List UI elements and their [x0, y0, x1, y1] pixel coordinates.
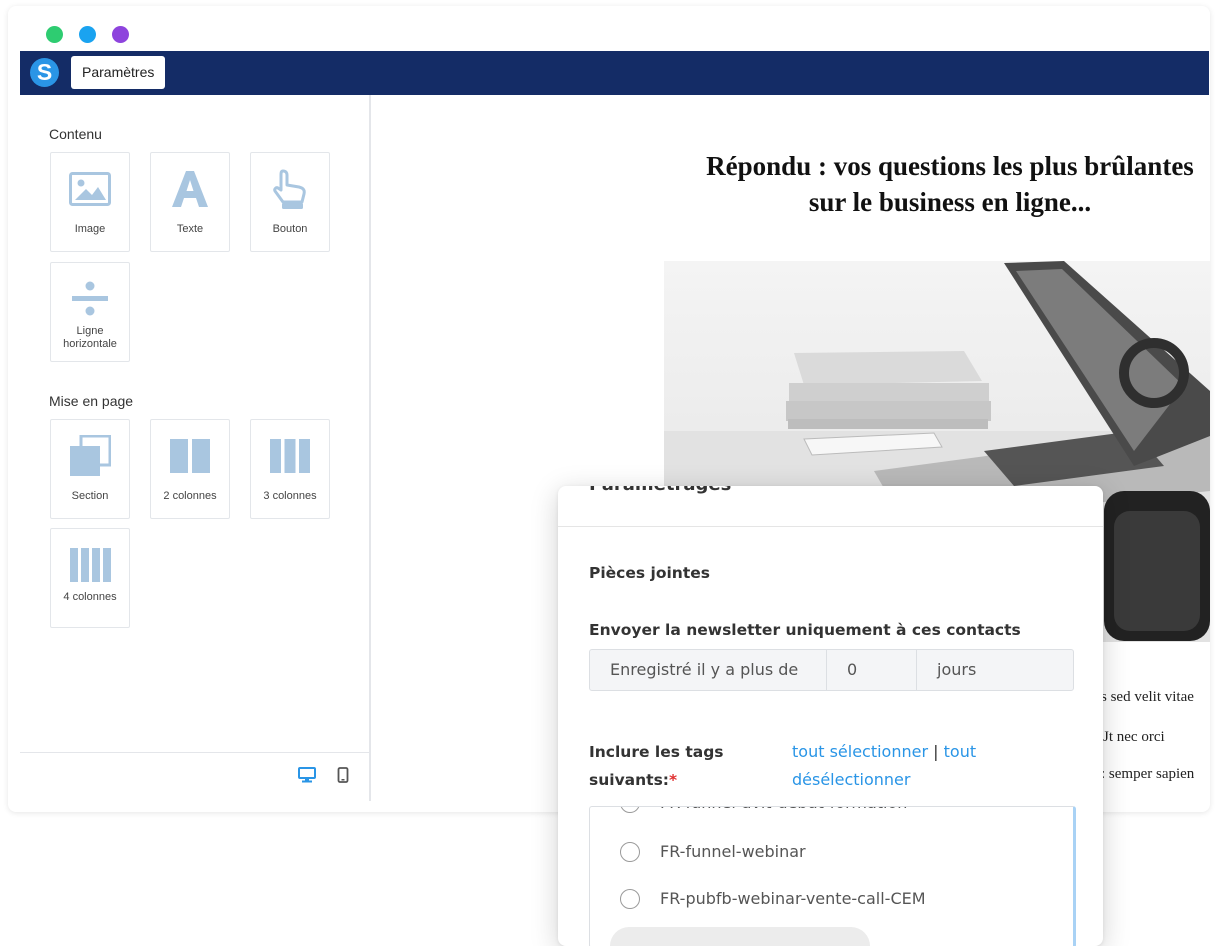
three-columns-icon [251, 434, 329, 478]
content-section-title: Contenu [49, 126, 102, 142]
tag-option-label: FR-funnel-avit-debut-formation [660, 807, 925, 822]
block-three-columns-label: 3 colonnes [263, 490, 317, 502]
block-button[interactable]: Bouton [250, 152, 330, 252]
block-two-columns-label: 2 colonnes [163, 490, 217, 502]
attachments-label[interactable]: Pièces jointes [589, 564, 710, 582]
days-input[interactable]: 0 [827, 650, 916, 690]
radio-unchecked-icon [620, 807, 640, 813]
block-four-columns-label: 4 colonnes [63, 591, 117, 603]
image-icon [51, 167, 129, 211]
registered-prefix: Enregistré il y a plus de [610, 660, 799, 679]
tags-label-line-2: suivants:* [589, 766, 724, 794]
body-text-line-1: s sed velit vitae [1101, 689, 1194, 705]
two-columns-icon [151, 434, 229, 478]
desktop-icon[interactable] [298, 767, 316, 787]
sidebar-footer-divider [20, 752, 369, 753]
block-two-columns[interactable]: 2 colonnes [150, 419, 230, 519]
select-all-link[interactable]: tout sélectionner [792, 742, 928, 761]
block-image[interactable]: Image [50, 152, 130, 252]
radio-unchecked-icon [620, 842, 640, 862]
text-icon [151, 167, 229, 211]
pointer-hand-icon [251, 167, 329, 211]
window-dot-green[interactable] [46, 26, 63, 43]
block-section[interactable]: Section [50, 419, 130, 519]
block-three-columns[interactable]: 3 colonnes [250, 419, 330, 519]
days-unit: jours [937, 660, 977, 679]
window-dot-purple[interactable] [112, 26, 129, 43]
tags-label-text: suivants: [589, 771, 670, 789]
tag-selection-links: tout sélectionner | tout désélectionner [792, 738, 976, 794]
tags-label-line-1: Inclure les tags [589, 743, 724, 761]
blocks-sidebar: Contenu Image Texte Bouton Ligne horizon… [20, 95, 371, 801]
newsletter-headline[interactable]: Répondu : vos questions les plus brûlant… [640, 148, 1215, 220]
tag-option-label: FR-pubfb-webinar-vente-call-CEM [660, 889, 926, 908]
deselect-all-link-part2[interactable]: désélectionner [792, 766, 976, 794]
block-four-columns[interactable]: 4 colonnes [50, 528, 130, 628]
body-text-line-3: : semper sapien [1101, 766, 1195, 782]
send-only-label: Envoyer la newsletter uniquement à ces c… [589, 621, 1021, 639]
section-icon [51, 434, 129, 478]
window-dot-blue[interactable] [79, 26, 96, 43]
links-separator: | [933, 742, 939, 761]
block-button-label: Bouton [272, 223, 308, 235]
tags-label: Inclure les tags suivants:* [589, 738, 724, 794]
headline-line-1: Répondu : vos questions les plus brûlant… [706, 151, 1194, 181]
app-logo[interactable]: S [30, 58, 59, 87]
block-text-label: Texte [176, 223, 204, 235]
four-columns-icon [51, 543, 129, 587]
modal-title: Paramétrages [589, 486, 731, 495]
block-horizontal-line[interactable]: Ligne horizontale [50, 262, 130, 362]
tags-list[interactable]: FR-funnel-avit-debut-formation FR-funnel… [589, 806, 1076, 946]
block-section-label: Section [71, 490, 109, 502]
modal-title-divider [558, 526, 1103, 527]
settings-modal: Paramétrages Pièces jointes Envoyer la n… [558, 486, 1103, 946]
block-horizontal-line-label: Ligne horizontale [63, 325, 117, 350]
top-nav-bar: S Paramètres [20, 51, 1209, 95]
radio-unchecked-icon [620, 889, 640, 909]
layout-section-title: Mise en page [49, 393, 134, 409]
mobile-icon[interactable] [337, 767, 349, 787]
settings-tab-button[interactable]: Paramètres [71, 56, 166, 89]
deselect-all-link-part1[interactable]: tout [944, 742, 976, 761]
required-mark: * [669, 771, 678, 789]
block-text[interactable]: Texte [150, 152, 230, 252]
tag-option-label: FR-funnel-webinar [660, 842, 806, 861]
divider-icon [51, 277, 129, 321]
block-image-label: Image [74, 223, 106, 235]
headline-line-2: sur le business en ligne... [808, 187, 1092, 217]
body-text-line-2: Jt nec orci [1103, 729, 1165, 745]
tag-option[interactable] [610, 927, 870, 946]
registered-filter-row: Enregistré il y a plus de 0 jours [589, 649, 1074, 691]
